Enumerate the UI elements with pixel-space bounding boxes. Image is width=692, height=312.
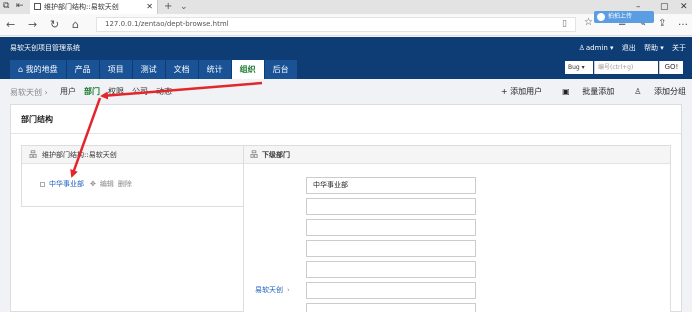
tab-title: 维护部门结构::易软天创 [44, 3, 119, 11]
reading-view-icon[interactable]: ▯ [562, 18, 567, 31]
dept-tree-box: 品 维护部门结构::易软天创 中华事业部 ✥ 编辑 删除 [21, 145, 259, 207]
search-type-select[interactable]: Bug ▾ [565, 61, 593, 74]
chevron-right-icon: › [287, 286, 290, 294]
dept-tree-header: 品 维护部门结构::易软天创 [22, 146, 258, 164]
nav-project[interactable]: 项目 [99, 60, 132, 79]
child-dept-header: 品 下级部门 [244, 146, 670, 164]
refresh-icon[interactable]: ↻ [50, 18, 59, 31]
nav-my[interactable]: ⌂ 我的地盘 [10, 60, 66, 79]
parent-dept-name: 易软天创 [255, 286, 283, 294]
move-icon[interactable]: ✥ [90, 180, 96, 188]
child-dept-input[interactable]: 中华事业部 [306, 177, 476, 194]
delete-link[interactable]: 删除 [118, 179, 132, 189]
favorite-star-icon[interactable]: ☆ [584, 17, 593, 28]
org-chart-icon: 品 [29, 150, 37, 159]
child-dept-box: 品 下级部门 中华事业部 易软天创 › [243, 145, 671, 312]
nav-admin[interactable]: 后台 [264, 60, 297, 79]
nav-my-label: 我的地盘 [25, 65, 58, 74]
child-dept-input[interactable] [306, 240, 476, 257]
child-dept-title: 下级部门 [262, 151, 290, 159]
app-header: 易软天创项目管理系统 ♙admin ▾ 退出 帮助 ▾ 关于 ⌂ 我的地盘 产品… [0, 37, 692, 79]
group-icon: ♙ [634, 87, 644, 96]
user-icon: ♙ [578, 44, 585, 52]
nav-product[interactable]: 产品 [66, 60, 99, 79]
dept-tree-title: 维护部门结构::易软天创 [42, 151, 117, 159]
share-icon[interactable]: ⇪ [658, 18, 666, 29]
about-link[interactable]: 关于 [672, 44, 686, 52]
user-bar: ♙admin ▾ 退出 帮助 ▾ 关于 [573, 43, 686, 53]
nav-test[interactable]: 测试 [132, 60, 165, 79]
child-dept-input[interactable] [306, 219, 476, 236]
edit-link[interactable]: 编辑 [100, 179, 114, 189]
tab-actions-icon[interactable]: ⧉ [3, 1, 9, 11]
batch-add-button[interactable]: ▣ 批量添加 [552, 86, 614, 97]
cloud-icon [597, 13, 605, 21]
batch-add-label: 批量添加 [582, 87, 615, 96]
page-favicon-icon [34, 3, 41, 10]
tab-back-icon[interactable]: ⇤ [16, 1, 24, 11]
back-icon[interactable]: ← [6, 18, 15, 31]
browser-address-bar: ← → ↻ ⌂ 127.0.0.1/zentao/dept-browse.htm… [0, 14, 692, 36]
add-group-label: 添加分组 [654, 87, 686, 96]
child-dept-input[interactable] [306, 261, 476, 278]
submenu-dynamic[interactable]: 动态 [156, 86, 172, 97]
sub-actions: + 添加用户 ▣ 批量添加 ♙ 添加分组 [491, 86, 686, 97]
child-dept-input[interactable] [306, 198, 476, 215]
add-user-button[interactable]: + 添加用户 [501, 86, 542, 97]
logout-link[interactable]: 退出 [622, 44, 636, 52]
batch-icon: ▣ [562, 87, 573, 96]
close-tab-icon[interactable]: ✕ [146, 0, 153, 14]
breadcrumb[interactable]: 易软天创 › [10, 87, 48, 98]
close-window-icon[interactable]: ✕ [680, 0, 688, 14]
sub-menu: 用户 部门 权限 公司 动态 [60, 86, 180, 97]
submenu-group[interactable]: 权限 [108, 86, 124, 97]
home-icon[interactable]: ⌂ [72, 18, 79, 31]
more-icon[interactable]: … [678, 17, 688, 28]
tab-dropdown-icon[interactable]: ⌄ [180, 0, 188, 14]
panel-divider [11, 133, 681, 134]
nav-report[interactable]: 统计 [198, 60, 231, 79]
tree-item: 中华事业部 ✥ 编辑 删除 [40, 179, 132, 189]
add-group-button[interactable]: ♙ 添加分组 [624, 86, 686, 97]
upload-extension-badge[interactable]: 拍拍上传 [594, 11, 654, 23]
tree-item-name[interactable]: 中华事业部 [49, 179, 84, 189]
restore-icon[interactable]: ▢ [660, 0, 669, 14]
user-menu[interactable]: admin ▾ [586, 44, 614, 52]
search-go-button[interactable]: GO! [659, 61, 683, 74]
sub-nav: 易软天创 › 用户 部门 权限 公司 动态 + 添加用户 ▣ 批量添加 ♙ 添加… [0, 79, 692, 103]
app-brand: 易软天创项目管理系统 [10, 44, 80, 52]
parent-dept-label[interactable]: 易软天创 › [255, 285, 290, 295]
browser-tab-bar: ⧉ ⇤ 维护部门结构::易软天创 ✕ + ⌄ – ▢ ✕ [0, 0, 692, 14]
child-dept-input[interactable] [306, 303, 476, 312]
nav-company[interactable]: 组织 [231, 60, 264, 79]
nav-doc[interactable]: 文档 [165, 60, 198, 79]
url-field[interactable]: 127.0.0.1/zentao/dept-browse.html ▯ [96, 17, 576, 32]
url-text: 127.0.0.1/zentao/dept-browse.html [105, 20, 229, 28]
forward-icon[interactable]: → [28, 18, 37, 31]
upload-label: 拍拍上传 [608, 13, 633, 20]
child-dept-input[interactable] [306, 282, 476, 299]
submenu-company[interactable]: 公司 [132, 86, 148, 97]
search-input[interactable]: 编号(ctrl+g) [594, 61, 658, 74]
org-chart-icon: 品 [250, 150, 258, 159]
home-icon: ⌂ [18, 65, 26, 74]
main-nav: ⌂ 我的地盘 产品 项目 测试 文档 统计 组织 后台 [10, 60, 298, 79]
submenu-dept[interactable]: 部门 [84, 86, 100, 97]
new-tab-icon[interactable]: + [164, 0, 172, 14]
panel-title: 部门结构 [21, 115, 53, 124]
tree-node-icon [40, 181, 45, 187]
help-menu[interactable]: 帮助 ▾ [644, 44, 664, 52]
dept-panel: 部门结构 品 维护部门结构::易软天创 中华事业部 ✥ 编辑 删除 品 下级部门… [10, 104, 682, 312]
browser-tab[interactable]: 维护部门结构::易软天创 ✕ [30, 0, 158, 14]
submenu-user[interactable]: 用户 [60, 86, 76, 97]
